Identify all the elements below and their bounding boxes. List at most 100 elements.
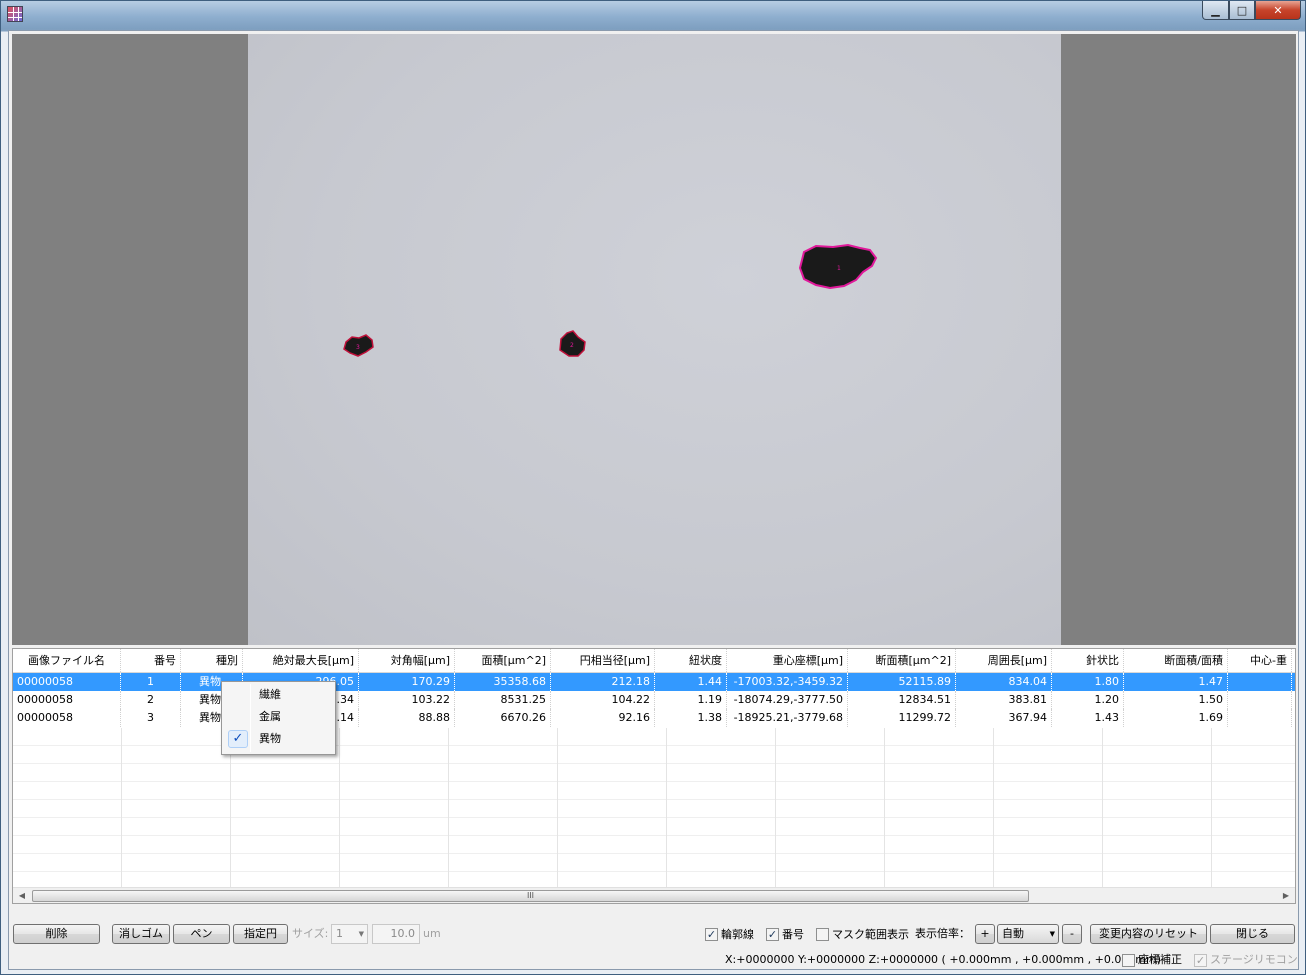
col-header-needle-ratio[interactable]: 針状比 bbox=[1052, 649, 1124, 672]
zoom-select[interactable]: 自動 ▼ bbox=[997, 924, 1059, 944]
size-unit-label: um bbox=[423, 927, 441, 940]
particle-label-3: 3 bbox=[356, 344, 360, 351]
cell-center bbox=[1228, 709, 1292, 727]
cell-cross-over-area: 1.47 bbox=[1124, 673, 1228, 691]
particle-label-1: 1 bbox=[837, 265, 841, 272]
particle-overlay: 1 2 3 bbox=[343, 243, 878, 357]
chevron-down-icon: ▼ bbox=[358, 930, 364, 938]
col-header-string-deg[interactable]: 紐状度 bbox=[655, 649, 727, 672]
cell-number: 1 bbox=[121, 673, 181, 691]
scroll-right-icon[interactable]: ▶ bbox=[1280, 891, 1292, 901]
scroll-thumb[interactable]: III bbox=[32, 890, 1029, 902]
outline-label: 輪郭線 bbox=[721, 928, 754, 941]
cell-string-deg: 1.38 bbox=[655, 709, 727, 727]
scroll-left-icon[interactable]: ◀ bbox=[16, 891, 28, 901]
circle-button[interactable]: 指定円 bbox=[233, 924, 288, 944]
size-um-input[interactable]: 10.0 bbox=[372, 924, 420, 944]
close-button[interactable]: 閉じる bbox=[1210, 924, 1295, 944]
horizontal-scrollbar[interactable]: ◀ III ▶ bbox=[13, 887, 1295, 903]
app-grid-icon bbox=[7, 6, 23, 22]
cell-area: 6670.26 bbox=[455, 709, 551, 727]
cell-perimeter: 367.94 bbox=[956, 709, 1052, 727]
col-header-centroid[interactable]: 重心座標[μm] bbox=[727, 649, 848, 672]
cell-center bbox=[1228, 673, 1292, 691]
col-header-number[interactable]: 番号 bbox=[121, 649, 181, 672]
cell-cross-area: 12834.51 bbox=[848, 691, 956, 709]
delete-button[interactable]: 削除 bbox=[13, 924, 100, 944]
stage-remote-checkbox[interactable]: ✓ ステージリモコン bbox=[1194, 952, 1298, 968]
cell-cross-over-area: 1.69 bbox=[1124, 709, 1228, 727]
cell-eq-diam: 212.18 bbox=[551, 673, 655, 691]
maximize-icon: □ bbox=[1236, 3, 1248, 17]
close-icon: ✕ bbox=[1273, 3, 1283, 17]
col-header-area[interactable]: 面積[μm^2] bbox=[455, 649, 551, 672]
client-area: 1 2 3 画像ファイル名 番号 種別 絶対最大長[μm] 対角幅[μm] 面積… bbox=[8, 30, 1299, 970]
table-row[interactable]: 00000058 3 異物 127.14 88.88 6670.26 92.16… bbox=[13, 709, 1295, 727]
size-select[interactable]: 1 ▼ bbox=[331, 924, 368, 944]
title-bar[interactable]: ▁ □ ✕ bbox=[1, 1, 1305, 29]
table-row[interactable]: 00000058 2 異物 154.34 103.22 8531.25 104.… bbox=[13, 691, 1295, 709]
cell-number: 3 bbox=[121, 709, 181, 727]
cell-area: 35358.68 bbox=[455, 673, 551, 691]
zoom-label: 表示倍率： bbox=[915, 927, 970, 940]
table-empty-area bbox=[13, 728, 1295, 887]
col-header-kind[interactable]: 種別 bbox=[181, 649, 243, 672]
eraser-button[interactable]: 消しゴム bbox=[112, 924, 170, 944]
zoom-in-button[interactable]: + bbox=[975, 924, 995, 944]
check-icon: ✓ bbox=[228, 730, 248, 748]
table-row[interactable]: 00000058 1 異物 296.05 170.29 35358.68 212… bbox=[13, 673, 1295, 691]
col-header-center[interactable]: 中心-重 bbox=[1228, 649, 1292, 672]
cell-perimeter: 383.81 bbox=[956, 691, 1052, 709]
cell-needle-ratio: 1.20 bbox=[1052, 691, 1124, 709]
menu-item-metal[interactable]: 金属 bbox=[224, 706, 333, 728]
col-header-file[interactable]: 画像ファイル名 bbox=[13, 649, 121, 672]
size-label: サイズ: bbox=[292, 927, 329, 940]
cell-cross-area: 11299.72 bbox=[848, 709, 956, 727]
mask-label: マスク範囲表示 bbox=[832, 928, 909, 941]
maximize-button[interactable]: □ bbox=[1229, 1, 1255, 20]
outline-checkbox[interactable]: ✓ 輪郭線 bbox=[705, 926, 754, 942]
cell-eq-diam: 104.22 bbox=[551, 691, 655, 709]
cell-centroid: -18074.29,-3777.50 bbox=[727, 691, 848, 709]
app-window: ▁ □ ✕ 1 2 3 画像ファイル名 番号 種別 絶対最大長[μm] 対角幅[… bbox=[0, 0, 1306, 975]
chevron-down-icon: ▼ bbox=[1049, 930, 1055, 938]
microscope-image[interactable]: 1 2 3 bbox=[248, 34, 1061, 645]
minimize-button[interactable]: ▁ bbox=[1202, 1, 1229, 20]
cell-cross-area: 52115.89 bbox=[848, 673, 956, 691]
mask-checkbox[interactable]: マスク範囲表示 bbox=[816, 926, 909, 942]
col-header-perimeter[interactable]: 周囲長[μm] bbox=[956, 649, 1052, 672]
results-table[interactable]: 画像ファイル名 番号 種別 絶対最大長[μm] 対角幅[μm] 面積[μm^2]… bbox=[12, 648, 1296, 904]
col-header-cross-over-area[interactable]: 断面積/面積 bbox=[1124, 649, 1228, 672]
cell-file: 00000058 bbox=[13, 691, 121, 709]
size-select-value: 1 bbox=[336, 927, 343, 940]
cell-file: 00000058 bbox=[13, 709, 121, 727]
table-header: 画像ファイル名 番号 種別 絶対最大長[μm] 対角幅[μm] 面積[μm^2]… bbox=[13, 649, 1295, 673]
pen-button[interactable]: ペン bbox=[173, 924, 230, 944]
col-header-diag-width[interactable]: 対角幅[μm] bbox=[359, 649, 455, 672]
col-header-eq-diam[interactable]: 円相当径[μm] bbox=[551, 649, 655, 672]
cell-center bbox=[1228, 691, 1292, 709]
checkbox-check-icon: ✓ bbox=[766, 927, 779, 941]
cell-needle-ratio: 1.43 bbox=[1052, 709, 1124, 727]
menu-item-fiber[interactable]: 繊維 bbox=[224, 684, 333, 706]
cell-centroid: -18925.21,-3779.68 bbox=[727, 709, 848, 727]
checkbox-empty-icon bbox=[1122, 953, 1135, 967]
image-viewer[interactable]: 1 2 3 bbox=[12, 34, 1296, 645]
menu-item-label: 異物 bbox=[259, 732, 281, 745]
cell-number: 2 bbox=[121, 691, 181, 709]
coord-correction-checkbox[interactable]: 座標補正 bbox=[1122, 952, 1182, 968]
coord-correction-label: 座標補正 bbox=[1138, 953, 1182, 966]
col-header-cross-area[interactable]: 断面積[μm^2] bbox=[848, 649, 956, 672]
menu-item-foreign[interactable]: ✓ 異物 bbox=[224, 728, 333, 750]
cell-diag-width: 88.88 bbox=[359, 709, 455, 727]
col-header-abs-max-len[interactable]: 絶対最大長[μm] bbox=[243, 649, 359, 672]
zoom-out-button[interactable]: - bbox=[1062, 924, 1082, 944]
minimize-icon: ▁ bbox=[1211, 3, 1220, 17]
number-checkbox[interactable]: ✓ 番号 bbox=[766, 926, 804, 942]
reset-changes-button[interactable]: 変更内容のリセット bbox=[1090, 924, 1207, 944]
cell-string-deg: 1.19 bbox=[655, 691, 727, 709]
checkbox-check-icon: ✓ bbox=[705, 927, 718, 941]
close-window-button[interactable]: ✕ bbox=[1255, 1, 1301, 20]
coordinate-readout: X:+0000000 Y:+0000000 Z:+0000000 ( +0.00… bbox=[725, 953, 1162, 966]
menu-item-label: 金属 bbox=[259, 710, 281, 723]
